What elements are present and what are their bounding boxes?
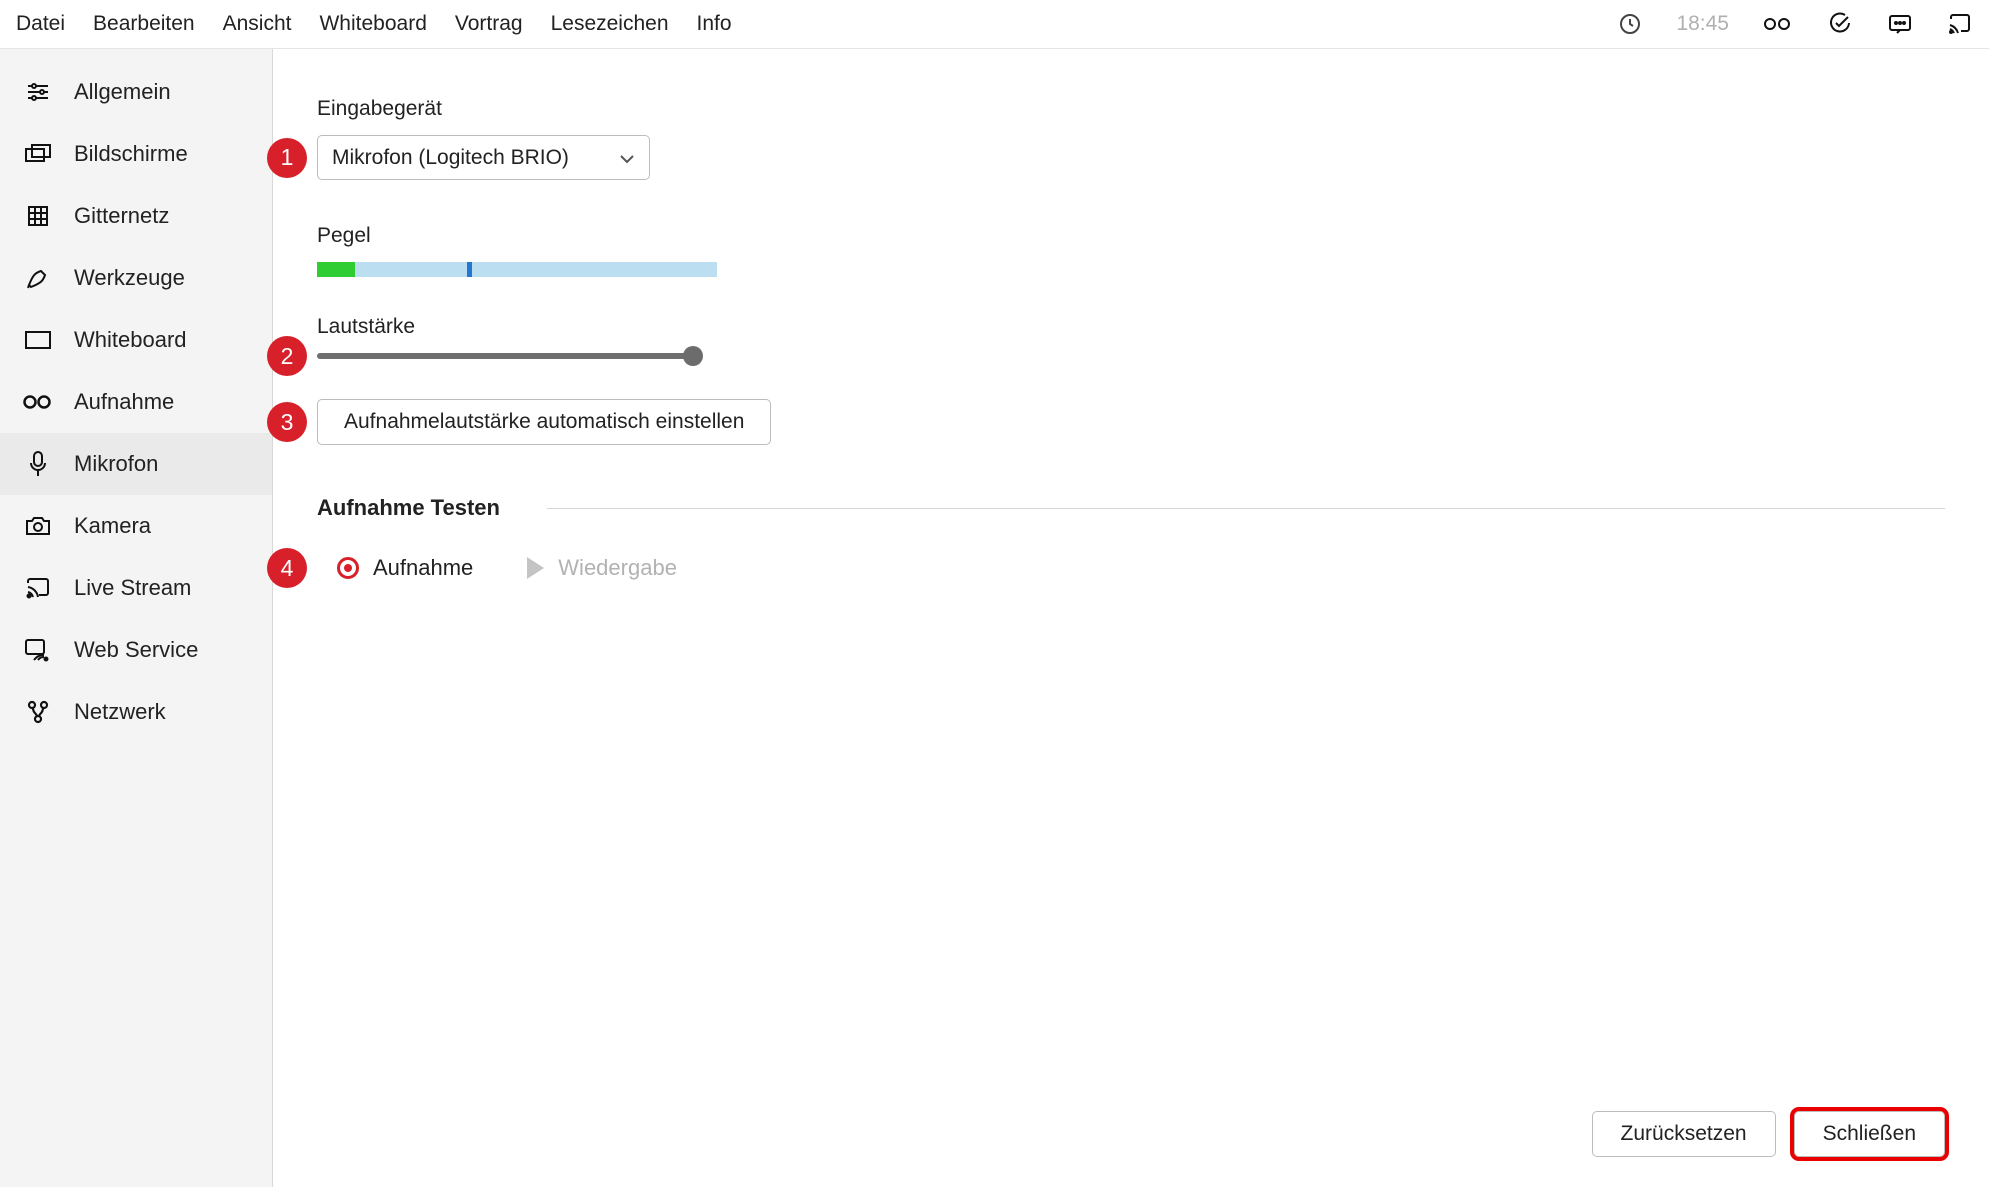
menu-edit[interactable]: Bearbeiten bbox=[93, 12, 195, 36]
sidebar-item-label: Netzwerk bbox=[74, 699, 166, 725]
step-marker-4: 4 bbox=[267, 548, 307, 588]
input-device-select[interactable]: Mikrofon (Logitech BRIO) bbox=[317, 135, 650, 180]
sidebar-item-recording[interactable]: Aufnahme bbox=[0, 371, 272, 433]
menu-items: Datei Bearbeiten Ansicht Whiteboard Vort… bbox=[16, 12, 732, 36]
sidebar-item-label: Bildschirme bbox=[74, 141, 188, 167]
level-fill bbox=[317, 262, 355, 277]
sidebar-item-label: Werkzeuge bbox=[74, 265, 185, 291]
sidebar-item-camera[interactable]: Kamera bbox=[0, 495, 272, 557]
reset-button[interactable]: Zurücksetzen bbox=[1592, 1111, 1776, 1157]
step-marker-3: 3 bbox=[267, 402, 307, 442]
sidebar-item-label: Live Stream bbox=[74, 575, 191, 601]
settings-sidebar: Allgemein Bildschirme Gitternetz Werkzeu… bbox=[0, 49, 273, 1187]
menu-lecture[interactable]: Vortrag bbox=[455, 12, 523, 36]
play-label: Wiedergabe bbox=[558, 555, 677, 581]
sidebar-item-screens[interactable]: Bildschirme bbox=[0, 123, 272, 185]
screens-icon bbox=[22, 143, 54, 165]
sidebar-item-label: Aufnahme bbox=[74, 389, 174, 415]
input-device-value: Mikrofon (Logitech BRIO) bbox=[332, 146, 569, 170]
sidebar-item-label: Kamera bbox=[74, 513, 151, 539]
mic-icon bbox=[22, 450, 54, 478]
menu-whiteboard[interactable]: Whiteboard bbox=[319, 12, 426, 36]
menu-view[interactable]: Ansicht bbox=[223, 12, 292, 36]
camera-icon bbox=[22, 515, 54, 537]
sidebar-item-grid[interactable]: Gitternetz bbox=[0, 185, 272, 247]
message-icon[interactable] bbox=[1887, 11, 1913, 37]
slider-thumb[interactable] bbox=[683, 346, 703, 366]
menu-file[interactable]: Datei bbox=[16, 12, 65, 36]
sidebar-item-whiteboard[interactable]: Whiteboard bbox=[0, 309, 272, 371]
sidebar-item-label: Web Service bbox=[74, 637, 198, 663]
clock-icon bbox=[1618, 12, 1642, 36]
step-marker-1: 1 bbox=[267, 138, 307, 178]
whiteboard-icon bbox=[22, 330, 54, 350]
record-test-button[interactable]: Aufnahme bbox=[337, 555, 473, 581]
test-recording-header: Aufnahme Testen bbox=[317, 495, 1945, 521]
record-icon bbox=[337, 557, 359, 579]
sliders-icon bbox=[22, 79, 54, 105]
reels-icon bbox=[22, 393, 54, 411]
level-tick bbox=[467, 262, 472, 277]
sidebar-item-tools[interactable]: Werkzeuge bbox=[0, 247, 272, 309]
play-test-button[interactable]: Wiedergabe bbox=[527, 555, 677, 581]
sidebar-item-webservice[interactable]: Web Service bbox=[0, 619, 272, 681]
step-marker-2: 2 bbox=[267, 336, 307, 376]
sidebar-item-label: Allgemein bbox=[74, 79, 171, 105]
level-label: Pegel bbox=[317, 224, 1945, 248]
volume-slider[interactable] bbox=[317, 353, 697, 359]
record-label: Aufnahme bbox=[373, 555, 473, 581]
clock-time: 18:45 bbox=[1676, 12, 1729, 36]
reels-icon[interactable] bbox=[1763, 15, 1793, 33]
sidebar-item-general[interactable]: Allgemein bbox=[0, 61, 272, 123]
web-icon bbox=[22, 638, 54, 662]
pen-icon bbox=[22, 265, 54, 291]
close-button[interactable]: Schließen bbox=[1794, 1111, 1945, 1157]
chevron-down-icon bbox=[619, 146, 635, 170]
sidebar-item-livestream[interactable]: Live Stream bbox=[0, 557, 272, 619]
sidebar-item-microphone[interactable]: Mikrofon bbox=[0, 433, 272, 495]
footer-buttons: Zurücksetzen Schließen bbox=[1592, 1111, 1945, 1157]
cast-icon bbox=[22, 577, 54, 599]
settings-main: Eingabegerät 1 Mikrofon (Logitech BRIO) … bbox=[273, 49, 1989, 1187]
grid-icon bbox=[22, 204, 54, 228]
play-icon bbox=[527, 557, 544, 579]
network-icon bbox=[22, 699, 54, 725]
sidebar-item-label: Gitternetz bbox=[74, 203, 169, 229]
check-circle-icon[interactable] bbox=[1827, 11, 1853, 37]
sidebar-item-label: Whiteboard bbox=[74, 327, 187, 353]
sidebar-item-network[interactable]: Netzwerk bbox=[0, 681, 272, 743]
auto-volume-button[interactable]: Aufnahmelautstärke automatisch einstelle… bbox=[317, 399, 771, 445]
level-meter bbox=[317, 262, 717, 277]
sidebar-item-label: Mikrofon bbox=[74, 451, 158, 477]
volume-label: Lautstärke bbox=[317, 315, 1945, 339]
menu-info[interactable]: Info bbox=[697, 12, 732, 36]
menubar: Datei Bearbeiten Ansicht Whiteboard Vort… bbox=[0, 0, 1989, 49]
input-device-label: Eingabegerät bbox=[317, 97, 1945, 121]
menu-bookmarks[interactable]: Lesezeichen bbox=[551, 12, 669, 36]
cast-icon[interactable] bbox=[1947, 11, 1973, 37]
menubar-right: 18:45 bbox=[1618, 11, 1973, 37]
